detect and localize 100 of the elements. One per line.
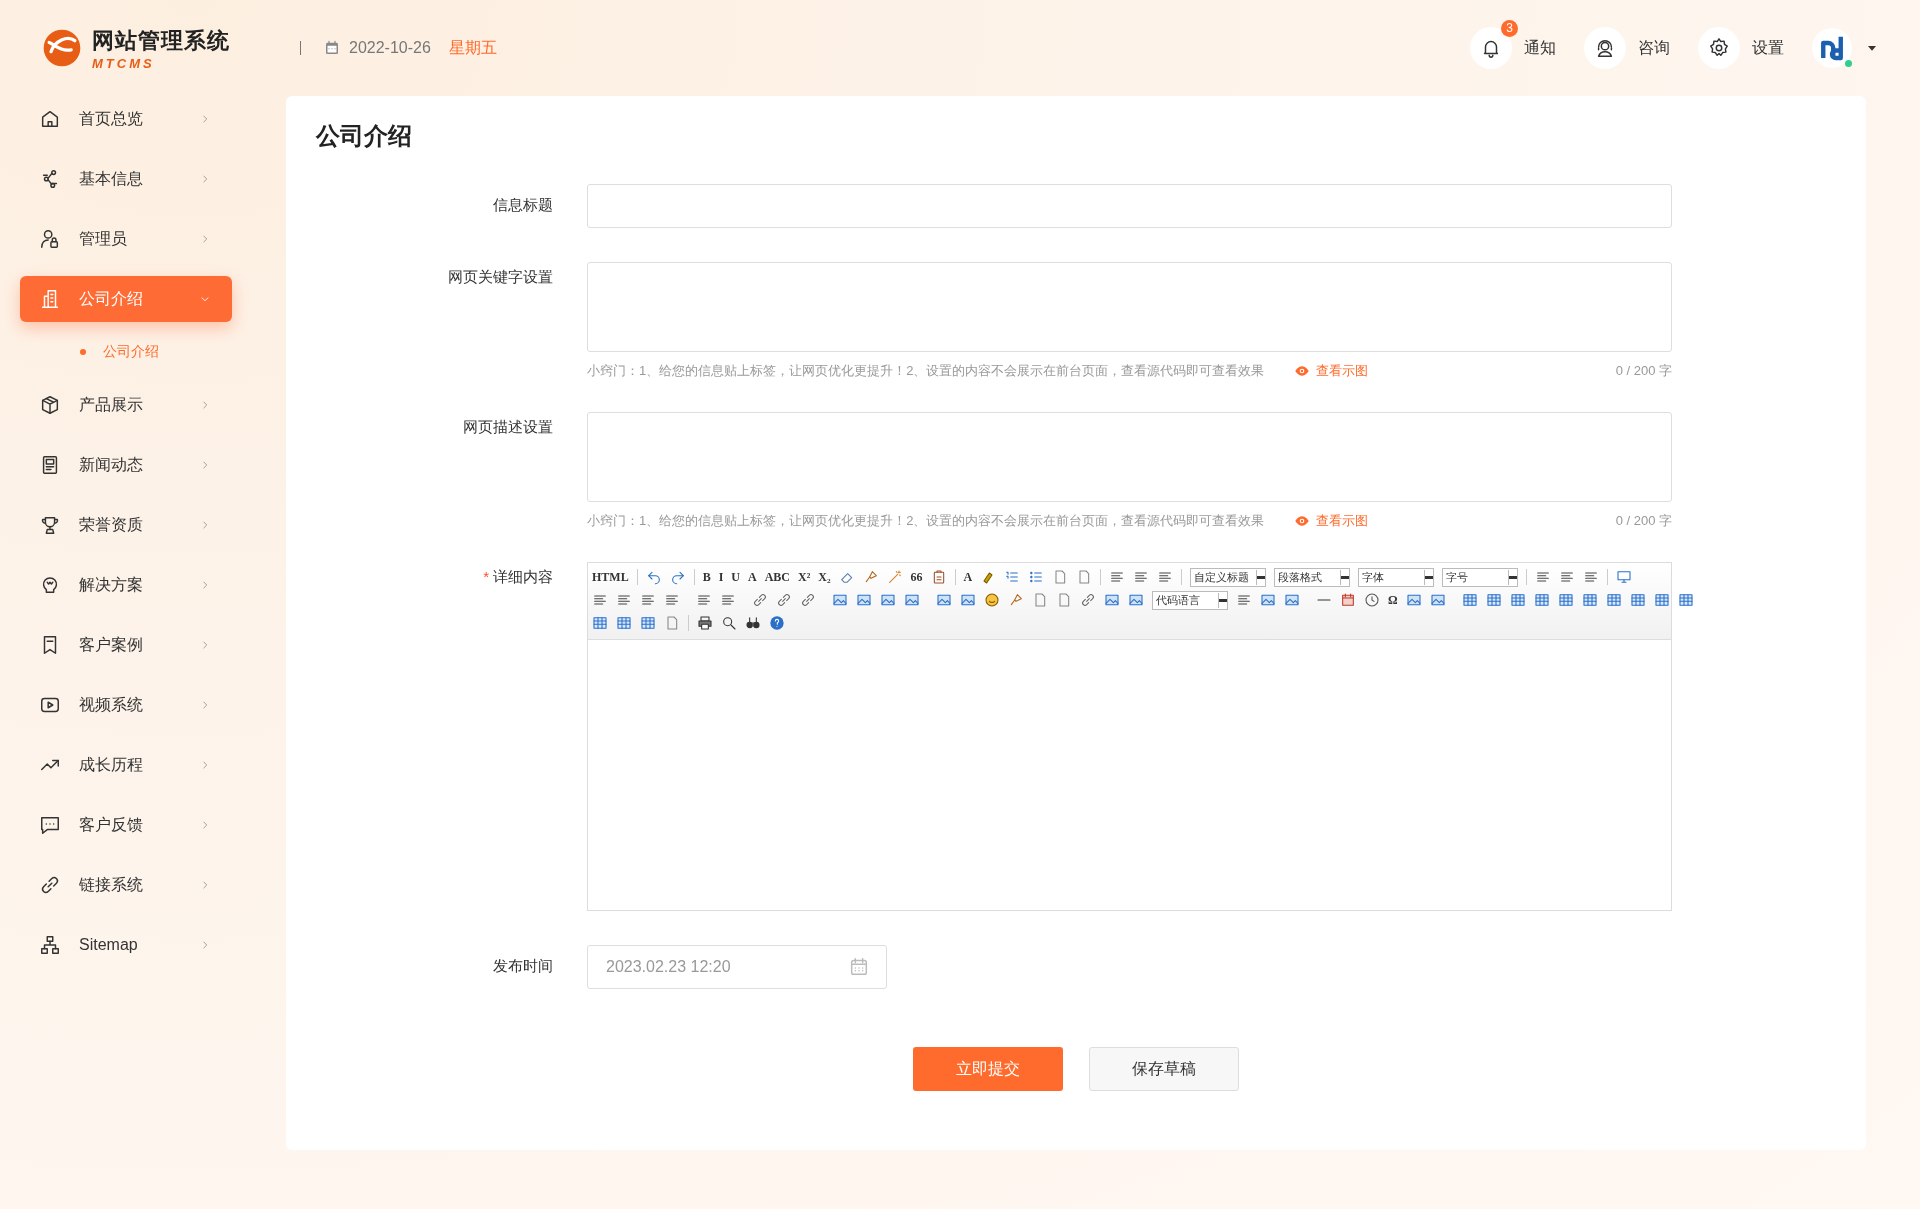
toolbar-button[interactable]: 66 — [910, 569, 923, 585]
table-icon[interactable] — [1485, 592, 1502, 608]
header-link[interactable]: 设置 — [1752, 37, 1784, 59]
header-link[interactable]: 通知 — [1524, 37, 1556, 59]
eye-icon — [1294, 363, 1311, 379]
toolbar-dropdown[interactable]: 字号 — [1442, 567, 1519, 587]
image-icon[interactable] — [1405, 592, 1422, 608]
sidebar-item[interactable]: 解决方案 — [20, 562, 232, 608]
lines-icon[interactable] — [1157, 569, 1174, 585]
toolbar-button[interactable]: Ω — [1388, 592, 1398, 608]
sidebar-item[interactable]: 新闻动态 — [20, 442, 232, 488]
image-icon[interactable] — [1429, 592, 1446, 608]
bullet-list-icon[interactable] — [1028, 569, 1045, 585]
calendar-icon[interactable] — [1340, 592, 1356, 608]
lines-icon[interactable] — [640, 592, 656, 608]
toolbar-button[interactable]: X² — [798, 569, 811, 585]
table-icon[interactable] — [1605, 592, 1622, 608]
lines-icon[interactable] — [1559, 569, 1576, 585]
lines-icon[interactable] — [616, 592, 632, 608]
table-icon[interactable] — [1581, 592, 1598, 608]
sidebar-item[interactable]: 客户反馈 — [20, 802, 232, 848]
page-icon[interactable] — [1032, 592, 1048, 608]
image-icon[interactable] — [1128, 592, 1144, 608]
header-headset-button[interactable] — [1584, 27, 1626, 69]
sidebar-item[interactable]: 成长历程 — [20, 742, 232, 788]
toolbar-dropdown[interactable]: 自定义标题 — [1190, 567, 1267, 587]
lines-icon[interactable] — [1583, 569, 1600, 585]
page-icon[interactable] — [664, 615, 680, 631]
link-icon[interactable] — [776, 592, 792, 608]
link-icon[interactable] — [800, 592, 816, 608]
header-gear-button[interactable] — [1698, 27, 1740, 69]
link-icon[interactable] — [752, 592, 768, 608]
image-icon[interactable] — [904, 592, 920, 608]
printer-icon[interactable] — [697, 615, 713, 631]
table-icon[interactable] — [1533, 592, 1550, 608]
image-icon[interactable] — [936, 592, 952, 608]
toolbar-button[interactable]: A — [748, 569, 757, 585]
user-lock-icon — [39, 228, 61, 250]
brush-icon[interactable] — [1008, 592, 1024, 608]
lines-icon[interactable] — [1133, 569, 1150, 585]
lines-icon[interactable] — [696, 592, 712, 608]
lines-icon[interactable] — [664, 592, 680, 608]
link-icon[interactable] — [1080, 592, 1096, 608]
toolbar-button[interactable]: B — [702, 569, 711, 585]
table-icon[interactable] — [1653, 592, 1670, 608]
toolbar-button[interactable]: I — [718, 569, 724, 585]
toolbar-button[interactable]: A — [963, 569, 973, 585]
table-icon[interactable] — [1677, 592, 1694, 608]
image-icon[interactable] — [1104, 592, 1120, 608]
sidebar-item[interactable]: 客户案例 — [20, 622, 232, 668]
image-icon[interactable] — [880, 592, 896, 608]
redo-icon[interactable] — [669, 569, 686, 585]
lines-icon[interactable] — [1236, 592, 1252, 608]
text-input[interactable] — [587, 184, 1672, 228]
binoculars-icon[interactable] — [745, 615, 761, 631]
image-icon[interactable] — [856, 592, 872, 608]
notification-badge: 3 — [1501, 20, 1518, 37]
table-icon[interactable] — [592, 615, 608, 631]
table-icon[interactable] — [1509, 592, 1526, 608]
image-icon[interactable] — [1260, 592, 1276, 608]
image-icon[interactable] — [960, 592, 976, 608]
toolbar-dropdown[interactable]: 字体 — [1358, 567, 1435, 587]
save-draft-button[interactable]: 保存草稿 — [1089, 1047, 1239, 1091]
wand-icon[interactable] — [886, 569, 903, 585]
header-link[interactable]: 咨询 — [1638, 37, 1670, 59]
toolbar-button[interactable]: HTML — [592, 569, 629, 585]
image-icon[interactable] — [832, 592, 848, 608]
sidebar-item[interactable]: 基本信息 — [20, 156, 232, 202]
user-avatar[interactable] — [1812, 28, 1852, 68]
table-icon[interactable] — [1461, 592, 1478, 608]
help-icon[interactable] — [769, 615, 785, 631]
lines-icon[interactable] — [720, 592, 736, 608]
monitor-icon[interactable] — [1616, 569, 1633, 585]
sidebar-item[interactable]: Sitemap — [20, 922, 232, 968]
table-icon[interactable] — [640, 615, 656, 631]
table-icon[interactable] — [616, 615, 632, 631]
sidebar-item[interactable]: 首页总览 — [20, 96, 232, 142]
toolbar-dropdown[interactable]: 段落格式 — [1274, 567, 1351, 587]
sidebar-item[interactable]: 链接系统 — [20, 862, 232, 908]
image-icon[interactable] — [1284, 592, 1300, 608]
lines-icon[interactable] — [1535, 569, 1552, 585]
clock-icon[interactable] — [1364, 592, 1380, 608]
lines-icon[interactable] — [592, 592, 608, 608]
sidebar-item[interactable]: 产品展示 — [20, 382, 232, 428]
table-icon[interactable] — [1629, 592, 1646, 608]
toolbar-dropdown[interactable]: 代码语言 — [1152, 590, 1228, 610]
toolbar-button[interactable]: X₂ — [818, 569, 831, 585]
sidebar-item[interactable]: 视频系统 — [20, 682, 232, 728]
sidebar-item[interactable]: 荣誉资质 — [20, 502, 232, 548]
undo-icon[interactable] — [645, 569, 662, 585]
sitemap-icon — [39, 934, 61, 956]
lines-icon[interactable] — [1109, 569, 1126, 585]
smiley-icon[interactable] — [984, 592, 1000, 608]
table-icon[interactable] — [1557, 592, 1574, 608]
numbered-list-icon[interactable] — [1004, 569, 1021, 585]
sidebar-item[interactable]: 管理员 — [20, 216, 232, 262]
search-icon[interactable] — [721, 615, 737, 631]
toolbar-button[interactable]: U — [731, 569, 741, 585]
toolbar-button[interactable]: ABC — [764, 569, 791, 585]
page-icon[interactable] — [1056, 592, 1072, 608]
